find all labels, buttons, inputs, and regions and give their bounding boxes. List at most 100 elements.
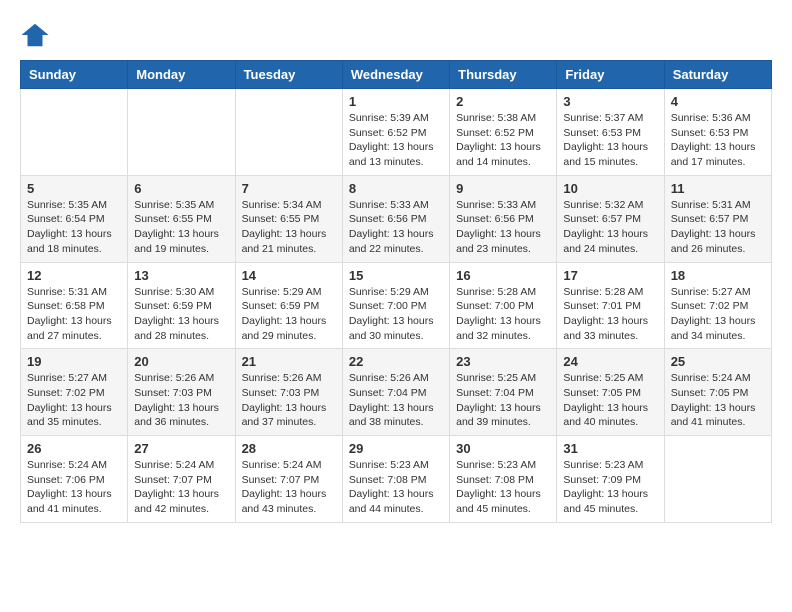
day-info: Sunrise: 5:27 AMSunset: 7:02 PMDaylight:… bbox=[671, 285, 765, 344]
calendar-cell: 7 Sunrise: 5:34 AMSunset: 6:55 PMDaylight… bbox=[235, 175, 342, 262]
day-info: Sunrise: 5:39 AMSunset: 6:52 PMDaylight:… bbox=[349, 111, 443, 170]
calendar-cell: 15 Sunrise: 5:29 AMSunset: 7:00 PMDayligh… bbox=[342, 262, 449, 349]
calendar-week-row: 26 Sunrise: 5:24 AMSunset: 7:06 PMDayligh… bbox=[21, 436, 772, 523]
calendar-table: SundayMondayTuesdayWednesdayThursdayFrid… bbox=[20, 60, 772, 523]
day-info: Sunrise: 5:29 AMSunset: 6:59 PMDaylight:… bbox=[242, 285, 336, 344]
day-info: Sunrise: 5:23 AMSunset: 7:09 PMDaylight:… bbox=[563, 458, 657, 517]
day-info: Sunrise: 5:32 AMSunset: 6:57 PMDaylight:… bbox=[563, 198, 657, 257]
day-info: Sunrise: 5:24 AMSunset: 7:06 PMDaylight:… bbox=[27, 458, 121, 517]
calendar-week-row: 1 Sunrise: 5:39 AMSunset: 6:52 PMDaylight… bbox=[21, 89, 772, 176]
day-number: 13 bbox=[134, 268, 228, 283]
day-number: 17 bbox=[563, 268, 657, 283]
page-header bbox=[20, 20, 772, 50]
calendar-cell: 8 Sunrise: 5:33 AMSunset: 6:56 PMDaylight… bbox=[342, 175, 449, 262]
day-number: 4 bbox=[671, 94, 765, 109]
calendar-cell: 21Sunrise: 5:26 AMSunset: 7:03 PMDayligh… bbox=[235, 349, 342, 436]
calendar-cell: 17 Sunrise: 5:28 AMSunset: 7:01 PMDayligh… bbox=[557, 262, 664, 349]
day-number: 8 bbox=[349, 181, 443, 196]
day-info: Sunrise: 5:24 AMSunset: 7:07 PMDaylight:… bbox=[242, 458, 336, 517]
calendar-cell: 27Sunrise: 5:24 AMSunset: 7:07 PMDayligh… bbox=[128, 436, 235, 523]
day-info: Sunrise: 5:38 AMSunset: 6:52 PMDaylight:… bbox=[456, 111, 550, 170]
calendar-weekday-saturday: Saturday bbox=[664, 61, 771, 89]
calendar-cell bbox=[21, 89, 128, 176]
calendar-cell: 14Sunrise: 5:29 AMSunset: 6:59 PMDayligh… bbox=[235, 262, 342, 349]
day-info: Sunrise: 5:23 AMSunset: 7:08 PMDaylight:… bbox=[456, 458, 550, 517]
day-number: 9 bbox=[456, 181, 550, 196]
logo-icon bbox=[20, 20, 50, 50]
calendar-cell bbox=[128, 89, 235, 176]
day-info: Sunrise: 5:28 AMSunset: 7:00 PMDaylight:… bbox=[456, 285, 550, 344]
day-number: 21 bbox=[242, 354, 336, 369]
calendar-header-row: SundayMondayTuesdayWednesdayThursdayFrid… bbox=[21, 61, 772, 89]
calendar-cell: 5Sunrise: 5:35 AMSunset: 6:54 PMDaylight… bbox=[21, 175, 128, 262]
day-info: Sunrise: 5:31 AMSunset: 6:57 PMDaylight:… bbox=[671, 198, 765, 257]
day-number: 15 bbox=[349, 268, 443, 283]
calendar-cell: 13Sunrise: 5:30 AMSunset: 6:59 PMDayligh… bbox=[128, 262, 235, 349]
calendar-cell: 16 Sunrise: 5:28 AMSunset: 7:00 PMDayligh… bbox=[450, 262, 557, 349]
calendar-cell: 24Sunrise: 5:25 AMSunset: 7:05 PMDayligh… bbox=[557, 349, 664, 436]
day-number: 26 bbox=[27, 441, 121, 456]
day-info: Sunrise: 5:26 AMSunset: 7:04 PMDaylight:… bbox=[349, 371, 443, 430]
calendar-week-row: 12 Sunrise: 5:31 AMSunset: 6:58 PMDayligh… bbox=[21, 262, 772, 349]
calendar-cell: 26 Sunrise: 5:24 AMSunset: 7:06 PMDayligh… bbox=[21, 436, 128, 523]
day-number: 28 bbox=[242, 441, 336, 456]
day-number: 19 bbox=[27, 354, 121, 369]
day-number: 11 bbox=[671, 181, 765, 196]
day-info: Sunrise: 5:25 AMSunset: 7:05 PMDaylight:… bbox=[563, 371, 657, 430]
day-info: Sunrise: 5:35 AMSunset: 6:54 PMDaylight:… bbox=[27, 198, 121, 257]
calendar-cell: 20 Sunrise: 5:26 AMSunset: 7:03 PMDayligh… bbox=[128, 349, 235, 436]
calendar-cell: 4 Sunrise: 5:36 AMSunset: 6:53 PMDaylight… bbox=[664, 89, 771, 176]
day-number: 3 bbox=[563, 94, 657, 109]
day-number: 1 bbox=[349, 94, 443, 109]
calendar-cell: 1 Sunrise: 5:39 AMSunset: 6:52 PMDaylight… bbox=[342, 89, 449, 176]
day-number: 23 bbox=[456, 354, 550, 369]
calendar-cell: 6Sunrise: 5:35 AMSunset: 6:55 PMDaylight… bbox=[128, 175, 235, 262]
calendar-cell: 9 Sunrise: 5:33 AMSunset: 6:56 PMDaylight… bbox=[450, 175, 557, 262]
day-info: Sunrise: 5:25 AMSunset: 7:04 PMDaylight:… bbox=[456, 371, 550, 430]
day-info: Sunrise: 5:26 AMSunset: 7:03 PMDaylight:… bbox=[134, 371, 228, 430]
calendar-cell: 2Sunrise: 5:38 AMSunset: 6:52 PMDaylight… bbox=[450, 89, 557, 176]
calendar-weekday-thursday: Thursday bbox=[450, 61, 557, 89]
calendar-weekday-friday: Friday bbox=[557, 61, 664, 89]
day-number: 29 bbox=[349, 441, 443, 456]
calendar-cell: 31Sunrise: 5:23 AMSunset: 7:09 PMDayligh… bbox=[557, 436, 664, 523]
calendar-cell: 28 Sunrise: 5:24 AMSunset: 7:07 PMDayligh… bbox=[235, 436, 342, 523]
calendar-weekday-sunday: Sunday bbox=[21, 61, 128, 89]
calendar-cell: 3 Sunrise: 5:37 AMSunset: 6:53 PMDaylight… bbox=[557, 89, 664, 176]
calendar-cell: 19 Sunrise: 5:27 AMSunset: 7:02 PMDayligh… bbox=[21, 349, 128, 436]
day-number: 25 bbox=[671, 354, 765, 369]
day-number: 10 bbox=[563, 181, 657, 196]
calendar-cell: 30 Sunrise: 5:23 AMSunset: 7:08 PMDayligh… bbox=[450, 436, 557, 523]
calendar-weekday-tuesday: Tuesday bbox=[235, 61, 342, 89]
day-number: 16 bbox=[456, 268, 550, 283]
day-info: Sunrise: 5:29 AMSunset: 7:00 PMDaylight:… bbox=[349, 285, 443, 344]
day-number: 22 bbox=[349, 354, 443, 369]
day-info: Sunrise: 5:33 AMSunset: 6:56 PMDaylight:… bbox=[456, 198, 550, 257]
day-info: Sunrise: 5:34 AMSunset: 6:55 PMDaylight:… bbox=[242, 198, 336, 257]
day-info: Sunrise: 5:23 AMSunset: 7:08 PMDaylight:… bbox=[349, 458, 443, 517]
day-info: Sunrise: 5:33 AMSunset: 6:56 PMDaylight:… bbox=[349, 198, 443, 257]
day-info: Sunrise: 5:27 AMSunset: 7:02 PMDaylight:… bbox=[27, 371, 121, 430]
calendar-cell: 23 Sunrise: 5:25 AMSunset: 7:04 PMDayligh… bbox=[450, 349, 557, 436]
day-info: Sunrise: 5:37 AMSunset: 6:53 PMDaylight:… bbox=[563, 111, 657, 170]
day-number: 7 bbox=[242, 181, 336, 196]
day-number: 12 bbox=[27, 268, 121, 283]
calendar-cell: 25 Sunrise: 5:24 AMSunset: 7:05 PMDayligh… bbox=[664, 349, 771, 436]
calendar-weekday-wednesday: Wednesday bbox=[342, 61, 449, 89]
day-info: Sunrise: 5:36 AMSunset: 6:53 PMDaylight:… bbox=[671, 111, 765, 170]
day-number: 20 bbox=[134, 354, 228, 369]
calendar-week-row: 5Sunrise: 5:35 AMSunset: 6:54 PMDaylight… bbox=[21, 175, 772, 262]
day-number: 30 bbox=[456, 441, 550, 456]
calendar-cell bbox=[664, 436, 771, 523]
day-info: Sunrise: 5:31 AMSunset: 6:58 PMDaylight:… bbox=[27, 285, 121, 344]
day-info: Sunrise: 5:24 AMSunset: 7:05 PMDaylight:… bbox=[671, 371, 765, 430]
calendar-cell: 12 Sunrise: 5:31 AMSunset: 6:58 PMDayligh… bbox=[21, 262, 128, 349]
calendar-week-row: 19 Sunrise: 5:27 AMSunset: 7:02 PMDayligh… bbox=[21, 349, 772, 436]
calendar-cell: 22 Sunrise: 5:26 AMSunset: 7:04 PMDayligh… bbox=[342, 349, 449, 436]
day-info: Sunrise: 5:28 AMSunset: 7:01 PMDaylight:… bbox=[563, 285, 657, 344]
calendar-cell: 10 Sunrise: 5:32 AMSunset: 6:57 PMDayligh… bbox=[557, 175, 664, 262]
logo bbox=[20, 20, 54, 50]
calendar-cell: 18Sunrise: 5:27 AMSunset: 7:02 PMDayligh… bbox=[664, 262, 771, 349]
day-info: Sunrise: 5:35 AMSunset: 6:55 PMDaylight:… bbox=[134, 198, 228, 257]
calendar-cell bbox=[235, 89, 342, 176]
